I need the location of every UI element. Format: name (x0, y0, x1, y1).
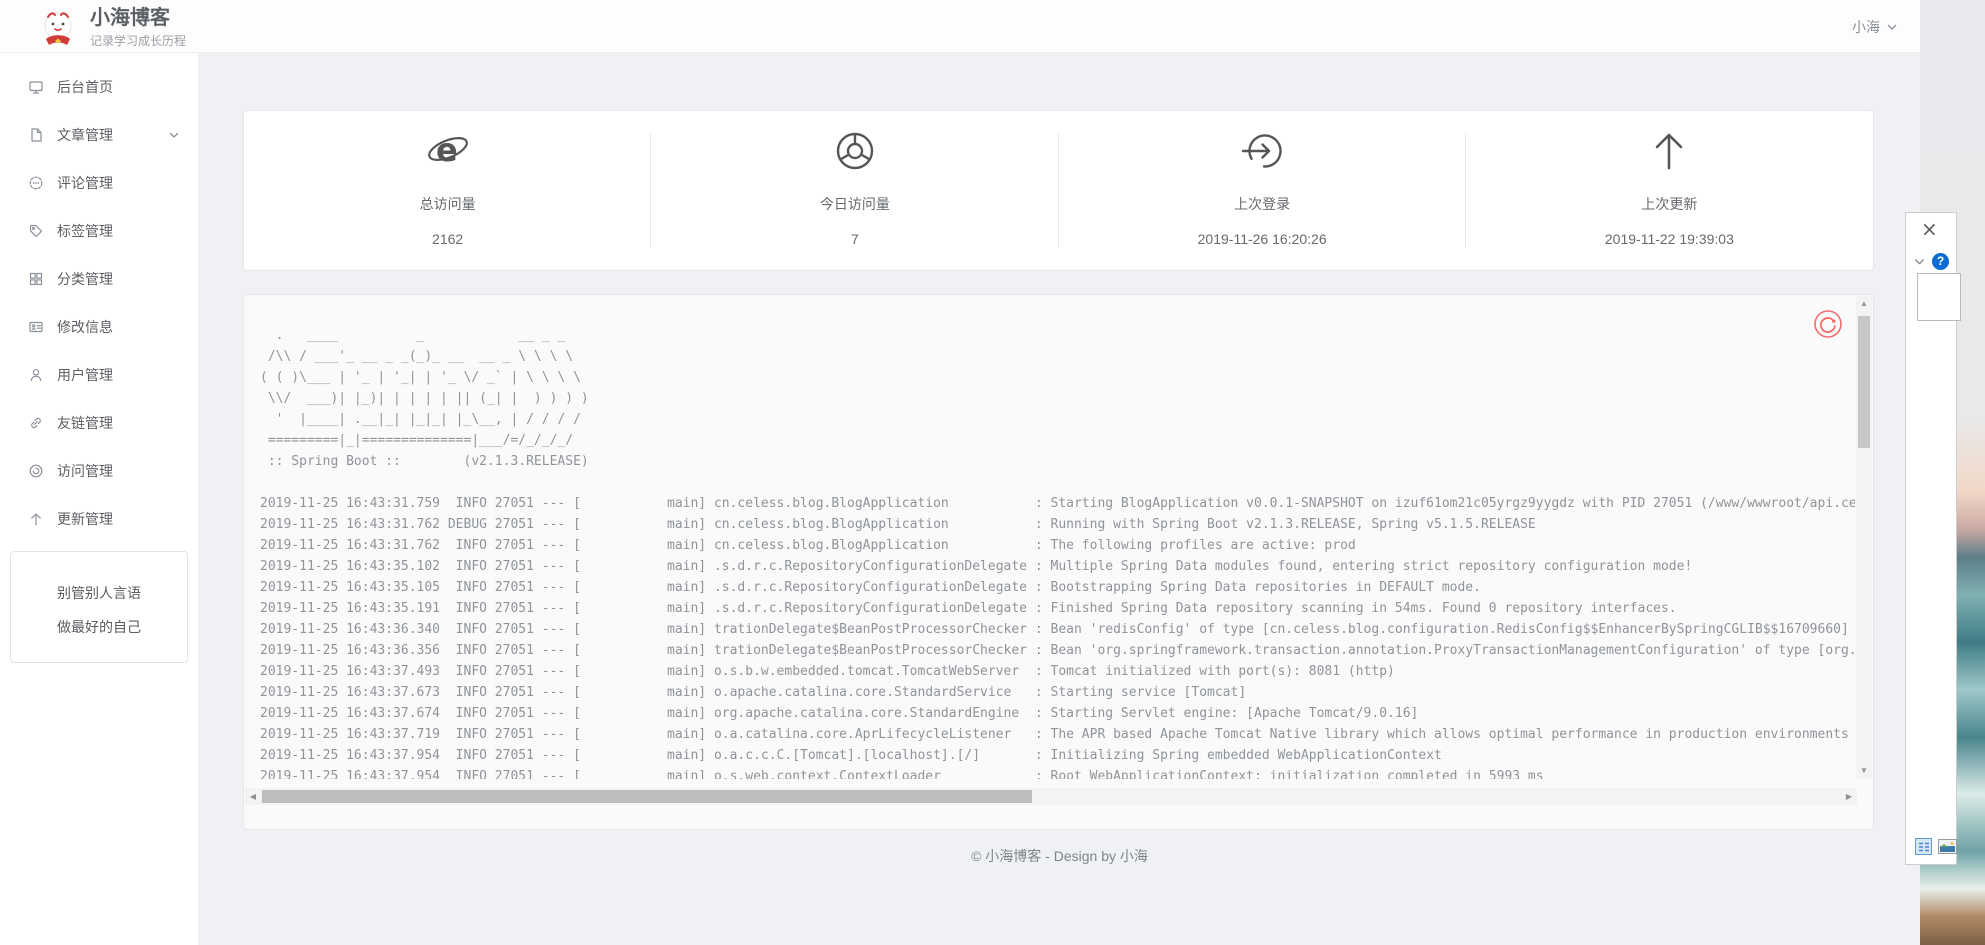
id-card-icon (28, 319, 44, 335)
sidebar-nav: 后台首页 文章管理 (0, 53, 198, 543)
grid-icon (28, 271, 44, 287)
sidebar-item-label: 分类管理 (57, 269, 113, 289)
sidebar-item-users[interactable]: 用户管理 (0, 351, 198, 399)
page-footer: © 小海博客 - Design by 小海 (199, 846, 1920, 866)
image-view-icon[interactable] (1938, 839, 1957, 854)
help-icon[interactable]: ? (1932, 253, 1949, 270)
stat-total-visits: e 总访问量 2162 (244, 111, 651, 270)
stats-card: e 总访问量 2162 今日访问量 7 (243, 110, 1874, 271)
sidebar-item-visits[interactable]: 访问管理 (0, 447, 198, 495)
log-lines: 2019-11-25 16:43:31.759 INFO 27051 --- [… (260, 493, 1855, 779)
stat-label: 总访问量 (244, 194, 651, 214)
vertical-scroll-thumb[interactable] (1858, 316, 1870, 448)
sidebar-item-label: 修改信息 (57, 317, 113, 337)
compass-icon (28, 463, 44, 479)
app-subtitle: 记录学习成长历程 (90, 32, 186, 49)
stat-label: 今日访问量 (651, 194, 1058, 214)
list-view-icon[interactable] (1915, 838, 1932, 855)
browser-page: 小海博客 记录学习成长历程 小海 后台首页 (0, 0, 1920, 945)
document-icon (28, 127, 44, 143)
horizontal-scrollbar[interactable]: ◀ ▶ (245, 788, 1857, 805)
sidebar: 后台首页 文章管理 (0, 53, 199, 945)
refresh-button[interactable] (1813, 309, 1843, 339)
sidebar-item-label: 后台首页 (57, 77, 113, 97)
sidebar-item-articles[interactable]: 文章管理 (0, 111, 198, 159)
app-header: 小海博客 记录学习成长历程 小海 (0, 0, 1920, 53)
app-title: 小海博客 (90, 6, 186, 30)
stat-value: 7 (651, 231, 1058, 247)
link-icon (28, 415, 44, 431)
sidebar-item-dashboard[interactable]: 后台首页 (0, 63, 198, 111)
console-log: . ____ _ __ _ _ /\\ / ___'_ __ _ _(_)_ _… (260, 325, 1855, 779)
stat-today-visits: 今日访问量 7 (651, 111, 1058, 270)
scroll-left-icon[interactable]: ◀ (245, 788, 261, 805)
spring-boot-banner: . ____ _ __ _ _ /\\ / ___'_ __ _ _(_)_ _… (260, 325, 1855, 472)
sidebar-item-links[interactable]: 友链管理 (0, 399, 198, 447)
sidebar-item-categories[interactable]: 分类管理 (0, 255, 198, 303)
copyright-text: © 小海博客 - Design by 小海 (971, 848, 1148, 864)
sidebar-item-label: 友链管理 (57, 413, 113, 433)
chevron-down-icon[interactable] (1913, 255, 1926, 268)
overlay-toolbar: ? (1906, 253, 1956, 270)
brand-logo-icon (38, 8, 78, 48)
svg-text:e: e (436, 131, 458, 169)
motto-line-1: 别管别人言语 (11, 576, 187, 610)
user-menu[interactable]: 小海 (1852, 0, 1898, 53)
sidebar-item-label: 用户管理 (57, 365, 113, 385)
stat-label: 上次登录 (1059, 194, 1466, 214)
horizontal-scroll-thumb[interactable] (262, 790, 1032, 803)
monitor-icon (28, 79, 44, 95)
console-card: . ____ _ __ _ _ /\\ / ___'_ __ _ _(_)_ _… (243, 294, 1874, 830)
stat-last-update: 上次更新 2019-11-22 19:39:03 (1466, 111, 1873, 270)
comment-icon (28, 175, 44, 191)
motto-box: 别管别人言语 做最好的自己 (10, 551, 188, 663)
motto-line-2: 做最好的自己 (11, 610, 187, 644)
sidebar-item-label: 文章管理 (57, 125, 113, 145)
stat-value: 2019-11-22 19:39:03 (1466, 231, 1873, 247)
ie-browser-icon: e (426, 129, 470, 173)
update-icon (1647, 129, 1691, 173)
sidebar-item-label: 评论管理 (57, 173, 113, 193)
scroll-up-icon[interactable]: ▲ (1856, 296, 1872, 312)
chevron-down-icon (168, 129, 180, 141)
sidebar-item-comments[interactable]: 评论管理 (0, 159, 198, 207)
chevron-down-icon (1886, 21, 1898, 33)
sidebar-item-label: 访问管理 (57, 461, 113, 481)
chrome-browser-icon (833, 129, 877, 173)
sidebar-item-label: 更新管理 (57, 509, 113, 529)
right-overlay-panel: × ? (1905, 212, 1957, 865)
user-name: 小海 (1852, 17, 1880, 37)
vertical-scrollbar[interactable]: ▲ ▼ (1856, 296, 1872, 779)
sidebar-item-profile[interactable]: 修改信息 (0, 303, 198, 351)
panel-input[interactable] (1917, 273, 1961, 321)
stat-value: 2019-11-26 16:20:26 (1059, 231, 1466, 247)
scroll-down-icon[interactable]: ▼ (1856, 763, 1872, 779)
sidebar-item-label: 标签管理 (57, 221, 113, 241)
login-icon (1240, 129, 1284, 173)
overlay-view-toggles (1915, 838, 1957, 855)
stat-last-login: 上次登录 2019-11-26 16:20:26 (1059, 111, 1466, 270)
brand: 小海博客 记录学习成长历程 (38, 6, 186, 49)
scroll-right-icon[interactable]: ▶ (1841, 788, 1857, 805)
sidebar-item-updates[interactable]: 更新管理 (0, 495, 198, 543)
user-icon (28, 367, 44, 383)
arrow-up-icon (28, 511, 44, 527)
sidebar-item-tags[interactable]: 标签管理 (0, 207, 198, 255)
tag-icon (28, 223, 44, 239)
stat-label: 上次更新 (1466, 194, 1873, 214)
stat-value: 2162 (244, 231, 651, 247)
close-icon[interactable]: × (1921, 219, 1938, 239)
